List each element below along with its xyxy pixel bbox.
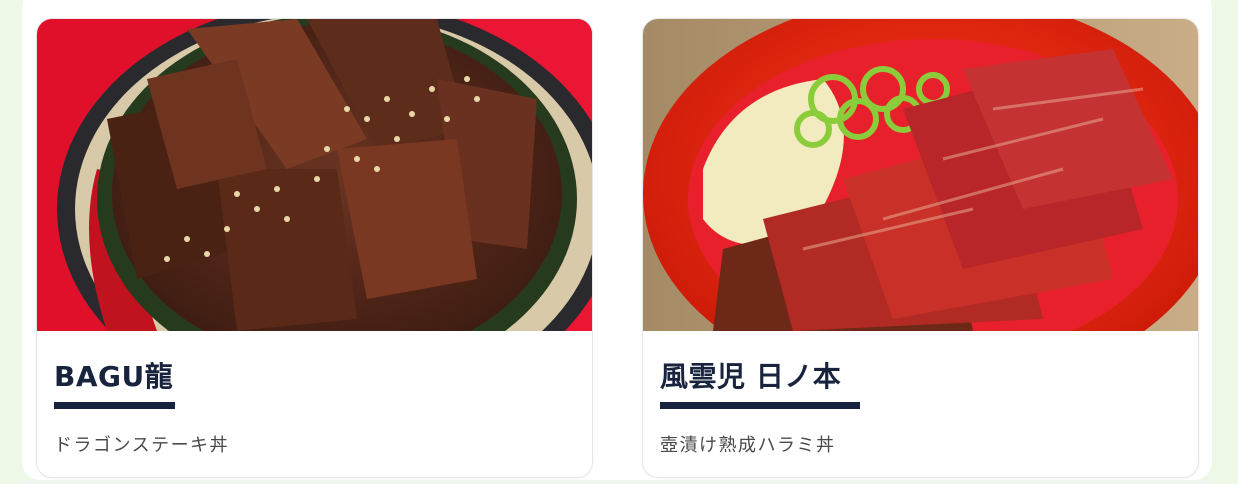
restaurant-card-fuunji-hinomoto[interactable]: 風雲児 日ノ本 壺漬け熟成ハラミ丼 <box>642 18 1199 478</box>
restaurant-card-bagu-ryu[interactable]: BAGU龍 ドラゴンステーキ丼 <box>36 18 593 478</box>
title-underline <box>54 402 175 409</box>
title-underline <box>660 402 860 409</box>
menu-item-name: 壺漬け熟成ハラミ丼 <box>660 435 836 456</box>
menu-item-name: ドラゴンステーキ丼 <box>54 435 230 456</box>
restaurant-name: 風雲児 日ノ本 <box>660 360 842 393</box>
restaurant-name: BAGU龍 <box>54 360 174 393</box>
aged-harami-bowl-photo <box>643 19 1198 331</box>
dragon-steak-bowl-photo <box>37 19 592 331</box>
